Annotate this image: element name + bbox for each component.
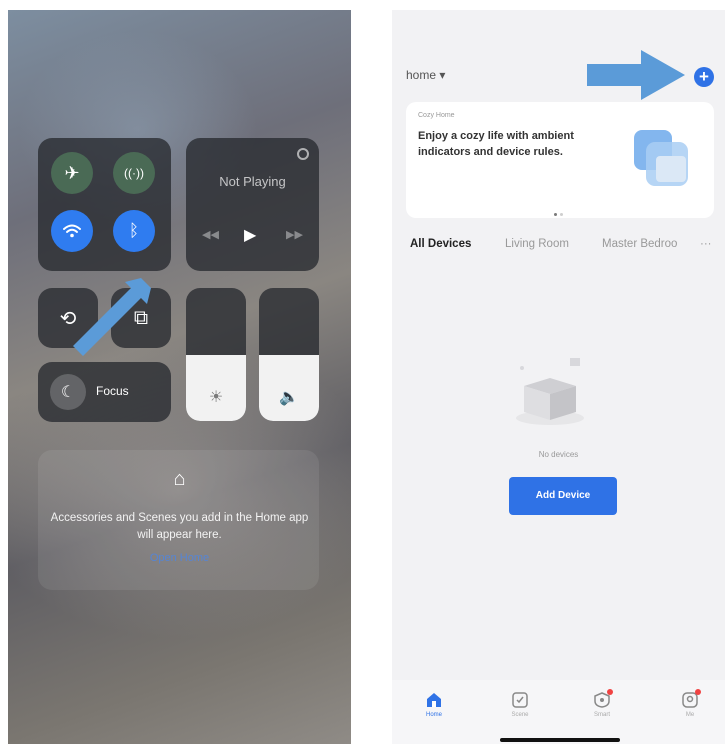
- wifi-toggle[interactable]: [51, 210, 93, 252]
- tab-home-label: Home: [425, 712, 442, 718]
- airplane-icon: ✈: [64, 162, 80, 183]
- screenshot-stage: ✈ ((·)) ᛒ Not Playing ◀◀ ▶ ▶▶ ⟲ ⧉ ☾ Focu…: [0, 0, 725, 744]
- notification-badge: [607, 689, 613, 695]
- house-icon: ⌂: [173, 468, 186, 490]
- banner-kicker: Cozy Home: [418, 112, 455, 119]
- speaker-icon: 🔈: [279, 389, 299, 406]
- tab-home[interactable]: Home: [404, 692, 464, 718]
- brightness-slider[interactable]: ☀: [186, 288, 246, 421]
- home-icon: [427, 693, 441, 707]
- smart-home-app-screen: home ▾ + Cozy Home Enjoy a cozy life wit…: [392, 10, 725, 744]
- tab-scene[interactable]: Scene: [490, 692, 550, 718]
- focus-label: Focus: [96, 384, 129, 398]
- promo-banner[interactable]: Cozy Home Enjoy a cozy life with ambient…: [406, 102, 714, 218]
- add-button[interactable]: +: [694, 67, 714, 87]
- play-icon[interactable]: ▶: [244, 225, 256, 245]
- pointer-arrow-icon: [73, 278, 151, 356]
- volume-slider[interactable]: 🔈: [259, 288, 319, 421]
- media-status: Not Playing: [219, 174, 286, 189]
- open-home-link[interactable]: Open Home: [8, 552, 351, 564]
- cellular-data-toggle[interactable]: ((·)): [113, 152, 155, 194]
- next-track-icon[interactable]: ▶▶: [286, 228, 303, 241]
- add-device-button[interactable]: Add Device: [509, 477, 617, 515]
- tab-me[interactable]: Me: [660, 689, 720, 718]
- wifi-icon: [63, 224, 81, 238]
- home-indicator: [500, 738, 620, 742]
- tab-all-devices[interactable]: All Devices: [410, 238, 471, 250]
- previous-track-icon[interactable]: ◀◀: [202, 228, 219, 241]
- bluetooth-icon: ᛒ: [128, 221, 140, 240]
- empty-box-icon: [516, 358, 584, 425]
- home-message: Accessories and Scenes you add in the Ho…: [50, 512, 309, 541]
- focus-button[interactable]: ☾ Focus: [38, 362, 171, 422]
- control-center-screen: ✈ ((·)) ᛒ Not Playing ◀◀ ▶ ▶▶ ⟲ ⧉ ☾ Focu…: [8, 10, 351, 744]
- tab-smart-label: Smart: [593, 712, 610, 718]
- plus-icon: +: [699, 67, 709, 86]
- banner-pagination: [554, 203, 568, 216]
- pointer-arrow-icon: [587, 50, 685, 100]
- cellular-icon: ((·)): [124, 166, 144, 180]
- home-selector[interactable]: home ▾: [406, 68, 445, 82]
- bluetooth-toggle[interactable]: ᛒ: [113, 210, 155, 252]
- airplane-mode-toggle[interactable]: ✈: [51, 152, 93, 194]
- now-playing-module[interactable]: Not Playing ◀◀ ▶ ▶▶: [186, 138, 319, 271]
- tab-master-bedroom[interactable]: Master Bedroo: [602, 238, 677, 250]
- tab-scene-label: Scene: [511, 712, 529, 718]
- more-rooms-button[interactable]: ···: [700, 238, 712, 250]
- scene-icon: [512, 692, 528, 708]
- room-tabs: All Devices Living Room Master Bedroo ··…: [410, 238, 720, 258]
- banner-text: Enjoy a cozy life with ambient indicator…: [418, 130, 574, 158]
- bottom-tab-bar: Home Scene Smart Me: [392, 680, 725, 744]
- empty-state-message: No devices: [538, 450, 579, 459]
- notification-badge: [695, 689, 701, 695]
- tab-smart[interactable]: Smart: [572, 689, 632, 718]
- moon-icon: ☾: [50, 374, 86, 410]
- airplay-icon[interactable]: [297, 148, 309, 160]
- connectivity-module: ✈ ((·)) ᛒ: [38, 138, 171, 271]
- cube-illustration-icon: [634, 130, 688, 186]
- tab-me-label: Me: [685, 712, 695, 718]
- sun-icon: ☀: [208, 389, 224, 406]
- tab-living-room[interactable]: Living Room: [505, 238, 569, 250]
